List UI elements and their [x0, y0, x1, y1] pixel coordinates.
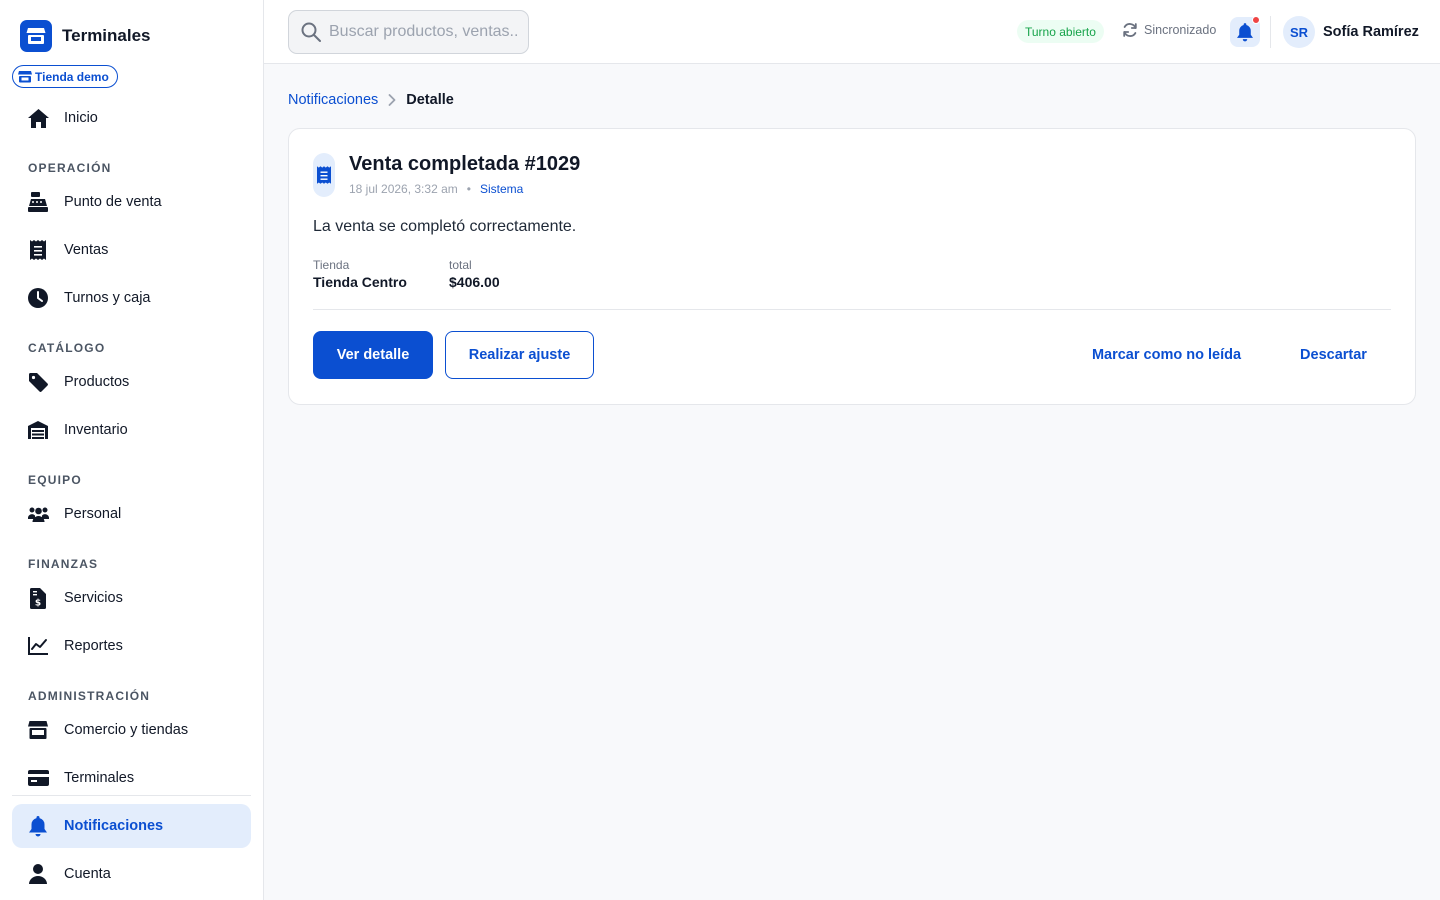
bell-icon [27, 815, 49, 837]
tag-icon [27, 371, 49, 393]
sidebar-item-inventario[interactable]: Inventario [12, 408, 251, 452]
notification-timestamp: 18 jul 2026, 3:32 am [349, 182, 458, 196]
store-icon [27, 719, 49, 741]
sidebar-item-ventas[interactable]: Ventas [12, 228, 251, 272]
sidebar-item-label: Punto de venta [64, 194, 162, 210]
sidebar-item-comercio-y-tiendas[interactable]: Comercio y tiendas [12, 708, 251, 752]
receipt-icon [27, 239, 49, 261]
sidebar-item-label: Terminales [64, 770, 135, 786]
dismiss-button[interactable]: Descartar [1285, 331, 1382, 379]
sidebar-item-label: Notificaciones [64, 818, 164, 834]
avatar[interactable]: SR [1283, 16, 1315, 48]
breadcrumb-link-notificaciones[interactable]: Notificaciones [288, 92, 378, 108]
sidebar-item-label: Ventas [64, 242, 109, 258]
sidebar-item-servicios[interactable]: $ Servicios [12, 576, 251, 620]
notification-source: Sistema [479, 182, 524, 196]
make-adjustment-button[interactable]: Realizar ajuste [445, 331, 594, 379]
store-icon [18, 71, 32, 83]
notification-card: Venta completada #1029 18 jul 2026, 3:32… [288, 128, 1416, 405]
shift-status-badge: Turno abierto [1017, 20, 1104, 43]
topbar: Turno abierto Sincronizado SR Sofía Ramí… [264, 0, 1440, 64]
sidebar-item-label: Productos [64, 374, 130, 390]
meta-separator: • [466, 182, 471, 196]
breadcrumb-current: Detalle [406, 92, 454, 108]
invoice-dollar-icon: $ [27, 587, 49, 609]
breadcrumb: Notificaciones Detalle [288, 90, 454, 110]
users-icon [27, 503, 49, 525]
mark-unread-button[interactable]: Marcar como no leída [1079, 331, 1254, 379]
sidebar-item-terminales[interactable]: Terminales [12, 756, 251, 800]
brand-name: Terminales [62, 26, 151, 45]
warehouse-icon [27, 419, 49, 441]
sync-status: Sincronizado [1122, 22, 1216, 38]
user-icon [27, 863, 49, 885]
sidebar-divider [12, 795, 251, 796]
sidebar-item-reportes[interactable]: Reportes [12, 624, 251, 668]
section-label-finanzas: FINANZAS [28, 557, 99, 571]
notifications-button[interactable] [1230, 16, 1260, 47]
notification-title: Venta completada #1029 [349, 153, 581, 175]
store-logo-icon [20, 20, 52, 52]
field-value: Tienda Centro [313, 274, 407, 290]
field-value: $406.00 [449, 274, 500, 290]
home-icon [27, 107, 49, 129]
section-label-operacion: OPERACIÓN [28, 161, 112, 175]
notification-indicator [1252, 16, 1260, 24]
notification-meta: 18 jul 2026, 3:32 am • Sistema [349, 182, 523, 196]
sidebar-item-label: Turnos y caja [64, 290, 151, 306]
user-name[interactable]: Sofía Ramírez [1323, 24, 1419, 40]
clock-icon [27, 287, 49, 309]
card-divider [313, 309, 1391, 310]
credit-card-icon [27, 767, 49, 789]
receipt-icon [313, 153, 335, 197]
sidebar-item-label: Servicios [64, 590, 123, 606]
sidebar-item-label: Comercio y tiendas [64, 722, 189, 738]
field-label: total [449, 258, 472, 272]
search-icon [301, 22, 321, 42]
notification-message: La venta se completó correctamente. [313, 218, 577, 235]
chart-line-icon [27, 635, 49, 657]
field-tienda: Tienda Tienda Centro [313, 258, 407, 290]
view-detail-button[interactable]: Ver detalle [313, 331, 433, 379]
sidebar-item-label: Inventario [64, 422, 128, 438]
field-total: total $406.00 [449, 258, 500, 290]
cash-register-icon [27, 191, 49, 213]
field-label: Tienda [313, 258, 350, 272]
search-input[interactable] [329, 23, 519, 41]
sidebar-item-productos[interactable]: Productos [12, 360, 251, 404]
sidebar-item-punto-de-venta[interactable]: Punto de venta [12, 180, 251, 224]
sidebar-item-turnos-y-caja[interactable]: Turnos y caja [12, 276, 251, 320]
sidebar-item-label: Inicio [64, 110, 98, 126]
sidebar-item-label: Reportes [64, 638, 123, 654]
sidebar-item-label: Cuenta [64, 866, 111, 882]
section-label-equipo: EQUIPO [28, 473, 82, 487]
sidebar-item-personal[interactable]: Personal [12, 492, 251, 536]
section-label-administracion: ADMINISTRACIÓN [28, 689, 151, 703]
svg-text:$: $ [35, 598, 41, 608]
sidebar-item-cuenta[interactable]: Cuenta [12, 852, 251, 896]
chevron-right-icon [388, 94, 396, 106]
search-box[interactable] [288, 10, 529, 54]
store-selector-label: Tienda demo [35, 69, 109, 84]
brand[interactable]: Terminales [20, 20, 151, 52]
sync-icon [1123, 23, 1137, 37]
section-label-catalogo: CATÁLOGO [28, 341, 106, 355]
sync-status-label: Sincronizado [1144, 23, 1217, 37]
sidebar: Terminales Tienda demo Inicio OPERACIÓN … [0, 0, 264, 900]
sidebar-item-notificaciones[interactable]: Notificaciones [12, 804, 251, 848]
sidebar-item-label: Personal [64, 506, 122, 522]
sidebar-item-inicio[interactable]: Inicio [12, 96, 251, 140]
store-selector[interactable]: Tienda demo [12, 65, 118, 88]
topbar-divider [1270, 16, 1271, 48]
bell-icon [1237, 22, 1253, 41]
